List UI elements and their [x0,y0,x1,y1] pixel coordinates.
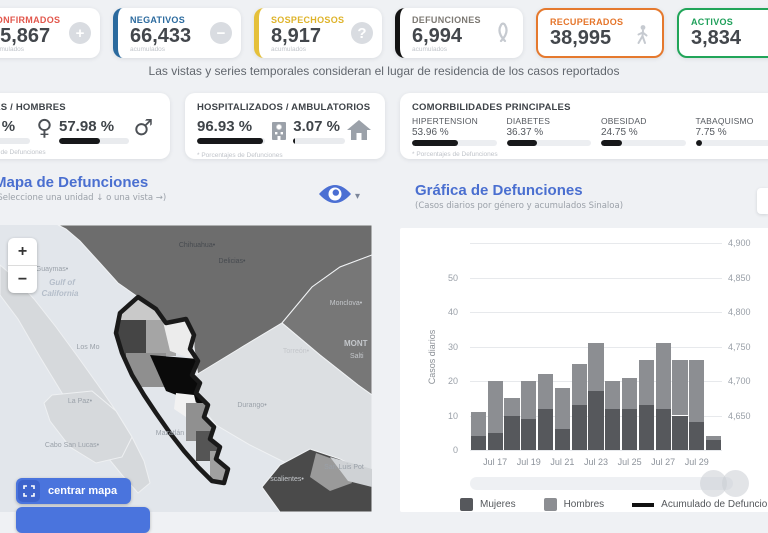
hospitalized-pct: 96.93 % [197,118,265,135]
walking-person-icon [631,24,653,46]
comorbidities-note: * Porcentajes de Defunciones [412,151,768,158]
svg-text:scalientes•: scalientes• [270,476,304,483]
svg-text:Salti: Salti [350,353,364,360]
eye-icon [318,182,352,211]
stat-sublabel: acumulados [271,46,372,53]
svg-text:Gulf of: Gulf of [49,278,76,287]
male-icon: ♂ [129,118,158,140]
svg-text:Cabo San Lucas•: Cabo San Lucas• [45,442,100,449]
comorbidity-bar [412,140,497,146]
question-circle-icon: ? [351,22,373,44]
legend-swatch-hombres [544,498,557,511]
stat-card-activos[interactable]: ACTIVOS 3,834 [677,8,768,58]
gender-card: MUJERES / HOMBRES 42.02 % ♀ 57.98 % ♂ * … [0,93,170,159]
center-map-button[interactable]: centrar mapa [16,478,131,504]
map-panel-header: Mapa de Defunciones (Seleccione una unid… [0,174,166,203]
male-pct: 57.98 % [59,118,129,135]
male-bar [59,138,129,144]
chart-panel-title: Gráfica de Defunciones [415,182,623,199]
comorbidities-card: COMORBILIDADES PRINCIPALES HIPERTENSION … [400,93,768,159]
chart-scrollbar-handle[interactable] [722,470,749,497]
deaths-chart: Casos diarios 010203040504,6504,7004,750… [400,228,768,512]
stat-card-negativos[interactable]: NEGATIVOS 66,433 acumulados − [113,8,241,58]
hospital-card-note: * Porcentajes de Defunciones [197,152,373,159]
summary-card-row: MUJERES / HOMBRES 42.02 % ♀ 57.98 % ♂ * … [0,93,768,159]
map-view-menu-button[interactable]: ▾ [318,182,360,211]
hospitalized-block: 96.93 % [197,118,265,144]
comorbidity-bar [601,140,686,146]
home-icon [345,118,373,147]
svg-text:San Luis Pot: San Luis Pot [324,464,364,471]
female-bar [0,138,30,144]
map-secondary-button[interactable] [16,507,150,533]
comorbidity-tabaquismo: TABAQUISMO 7.75 % [696,116,768,146]
minus-circle-icon: − [210,22,232,44]
comorbidity-bar [696,140,768,146]
gender-card-title: MUJERES / HOMBRES [0,102,158,113]
legend-item-acumulado[interactable]: Acumulado de Defunciones [632,499,768,510]
ambulatory-pct: 3.07 % [293,118,344,135]
banner-note: Las vistas y series temporales considera… [0,64,768,78]
stat-label: ACTIVOS [691,17,768,27]
legend-line-acumulado [632,503,654,507]
chart-legend: Mujeres Hombres Acumulado de Defunciones [460,498,768,511]
chart-panel-subtitle: (Casos diarios por género y acumulados S… [415,201,623,211]
female-pct: 42.02 % [0,118,30,135]
gender-card-note: * Porcentajes de Defunciones [0,149,158,156]
stat-sublabel: acumulados [130,46,231,53]
svg-text:Guaymas•: Guaymas• [36,266,69,273]
stat-card-recuperados[interactable]: RECUPERADOS 38,995 [536,8,664,58]
zoom-out-button[interactable]: − [8,266,37,293]
stat-card-sospechosos[interactable]: SOSPECHOSOS 8,917 acumulados ? [254,8,382,58]
legend-item-hombres[interactable]: Hombres [544,498,605,511]
comorbidity-hipertension: HIPERTENSION 53.96 % [412,116,497,146]
plus-circle-icon: + [69,22,91,44]
chart-panel-header: Gráfica de Defunciones (Casos diarios po… [415,182,623,211]
map-panel-title: Mapa de Defunciones [0,174,166,191]
map-panel-subtitle: (Seleccione una unidad ↓ o una vista →) [0,193,166,203]
legend-swatch-mujeres [460,498,473,511]
chevron-down-icon: ▾ [355,191,360,202]
svg-text:Chihuahua•: Chihuahua• [179,242,216,249]
stat-sublabel: acumulados [0,46,90,53]
center-map-label: centrar mapa [48,485,117,497]
stat-card-row: CONFIRMADOS 45,867 acumulados + NEGATIVO… [0,8,768,58]
map-zoom-control: + − [8,238,37,293]
svg-text:La Paz•: La Paz• [68,398,93,405]
stat-card-defunciones[interactable]: DEFUNCIONES 6,994 acumulados [395,8,523,58]
hospital-card: HOSPITALIZADOS / AMBULATORIOS 96.93 % 3.… [185,93,385,159]
svg-text:Los Mo: Los Mo [77,344,100,351]
hospital-icon [265,118,293,147]
stat-value: 3,834 [691,28,768,48]
svg-text:Monclova•: Monclova• [330,300,363,307]
zoom-in-button[interactable]: + [8,238,37,265]
ambulatory-block: 3.07 % [293,118,344,144]
male-pct-block: 57.98 % [59,118,129,144]
svg-text:Torreón•: Torreón• [283,348,310,355]
center-map-icon [18,480,40,502]
clipped-edge-button[interactable] [757,188,768,214]
comorbidity-obesidad: OBESIDAD 24.75 % [601,116,686,146]
hospitalized-bar [197,138,265,144]
chart-scrollbar[interactable] [470,477,733,490]
svg-text:California: California [42,289,79,298]
comorbidity-bar [507,140,592,146]
hospital-card-title: HOSPITALIZADOS / AMBULATORIOS [197,102,373,113]
map[interactable]: Chihuahua• Delicias• Monclova• Torreón• MONT… [0,225,372,512]
legend-item-mujeres[interactable]: Mujeres [460,498,516,511]
ribbon-icon [492,22,514,44]
female-pct-block: 42.02 % [0,118,30,144]
svg-text:Delicias•: Delicias• [219,258,247,265]
svg-text:MONT: MONT [344,339,368,348]
stat-sublabel: acumulados [412,46,513,53]
svg-text:Durango•: Durango• [237,402,267,409]
stat-card-confirmados[interactable]: CONFIRMADOS 45,867 acumulados + [0,8,100,58]
female-icon: ♀ [30,118,59,140]
comorbidities-title: COMORBILIDADES PRINCIPALES [412,102,768,113]
comorbidity-diabetes: DIABETES 36.37 % [507,116,592,146]
ambulatory-bar [293,138,344,144]
svg-text:Mazatlán: Mazatlán [156,430,185,437]
